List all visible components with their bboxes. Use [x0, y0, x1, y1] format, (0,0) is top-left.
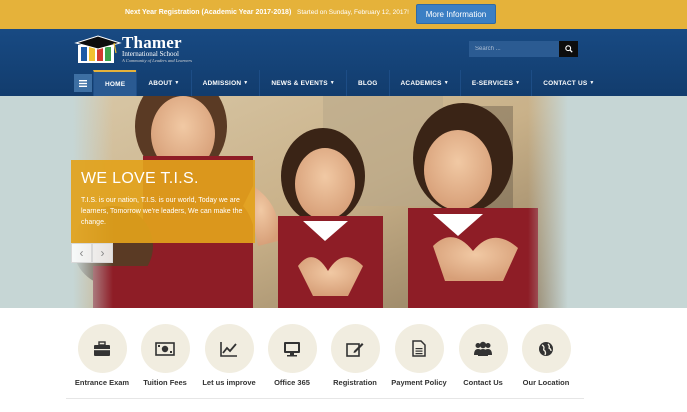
nav-item-contact-us[interactable]: CONTACT US ▼: [531, 70, 605, 96]
quick-link-our-location[interactable]: Our Location: [506, 324, 586, 387]
menu-icon: [79, 79, 87, 87]
caret-down-icon: ▼: [174, 80, 180, 86]
search-button[interactable]: [559, 41, 578, 57]
users-icon: [474, 341, 492, 356]
money-icon: [155, 341, 175, 356]
menu-toggle-button[interactable]: [74, 74, 92, 92]
nav-item-academics[interactable]: ACADEMICS ▼: [388, 70, 460, 96]
search-input[interactable]: [469, 41, 559, 57]
announcement-date: Started on Sunday, February 12, 2017!: [297, 9, 409, 16]
monitor-icon: [284, 341, 300, 356]
nav-item-admission[interactable]: ADMISSION ▼: [190, 70, 260, 96]
nav-item-home[interactable]: HOME: [93, 70, 137, 96]
school-logo-icon[interactable]: [74, 35, 122, 65]
nav-item-about[interactable]: ABOUT ▼: [136, 70, 190, 96]
document-icon: [412, 340, 426, 357]
briefcase-icon: [94, 340, 110, 356]
announcement-title: Next Year Registration (Academic Year 20…: [125, 9, 292, 16]
photo-fade-right: [528, 96, 568, 308]
hero-caption: WE LOVE T.I.S. T.I.S. is our nation, T.I…: [71, 160, 255, 243]
hero-heading: WE LOVE T.I.S.: [81, 170, 199, 187]
line-chart-icon: [220, 341, 237, 357]
chevron-right-icon: ›: [100, 246, 105, 260]
caret-down-icon: ▼: [515, 80, 521, 86]
nav-item-news-events[interactable]: NEWS & EVENTS ▼: [259, 70, 346, 96]
caret-down-icon: ▼: [243, 80, 249, 86]
search-icon: [564, 45, 573, 53]
hero-text: T.I.S. is our nation, T.I.S. is our worl…: [81, 197, 243, 226]
chevron-left-icon: ‹: [79, 246, 84, 260]
nav-item-e-services[interactable]: E-SERVICES ▼: [459, 70, 531, 96]
more-information-button[interactable]: More Information: [416, 4, 496, 24]
slider-prev-button[interactable]: ‹: [71, 243, 92, 263]
search-box: [469, 41, 578, 57]
nav-item-blog[interactable]: BLOG: [345, 70, 389, 96]
logo-tagline: A Community of Leaders and Learners: [122, 58, 193, 63]
caret-down-icon: ▼: [443, 80, 449, 86]
announcement-bar: Next Year Registration (Academic Year 20…: [0, 0, 687, 29]
hero-slider: WE LOVE T.I.S. T.I.S. is our nation, T.I…: [0, 96, 687, 308]
slider-next-button[interactable]: ›: [92, 243, 113, 263]
logo-subtitle: International School: [122, 50, 179, 58]
divider: [66, 398, 584, 399]
globe-icon: [539, 341, 553, 356]
main-nav: HOME ABOUT ▼ ADMISSION ▼ NEWS & EVENTS ▼ BL…: [74, 70, 606, 96]
caret-down-icon: ▼: [589, 80, 595, 86]
slider-arrows: ‹ ›: [71, 243, 113, 263]
caret-down-icon: ▼: [329, 80, 335, 86]
edit-icon: [346, 342, 364, 357]
quick-links: Entrance Exam Tuition Fees Let us improv…: [0, 308, 687, 412]
